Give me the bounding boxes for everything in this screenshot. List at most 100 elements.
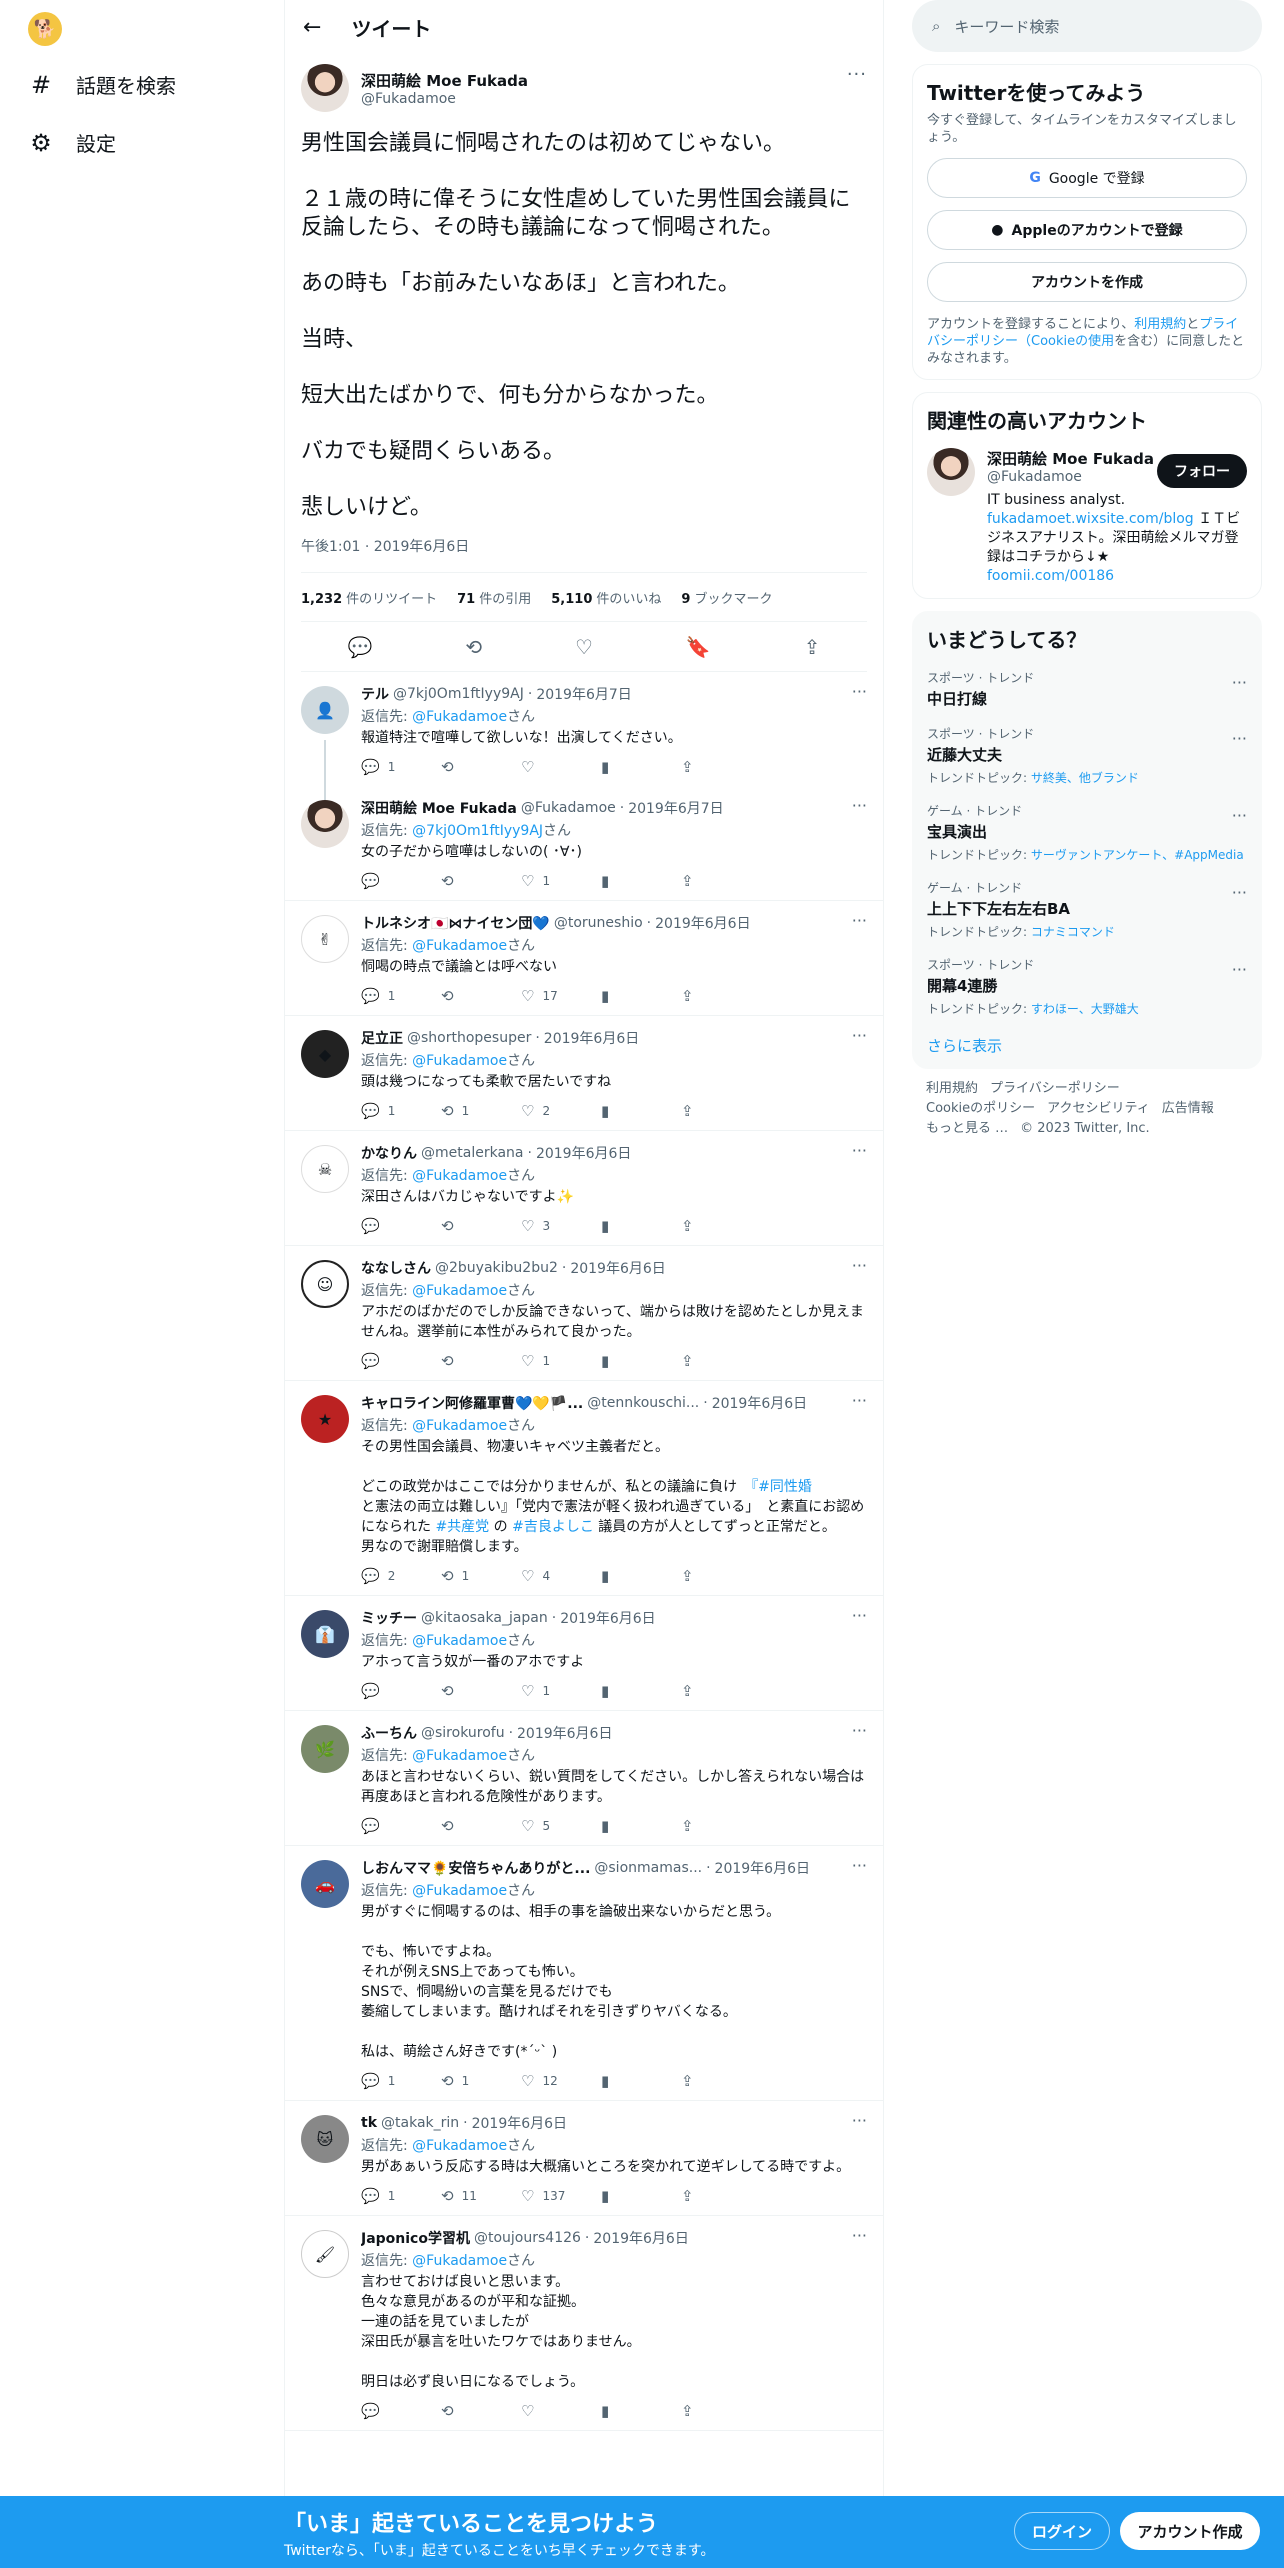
- footer-ads[interactable]: 広告情報: [1162, 1101, 1214, 1116]
- follow-button[interactable]: フォロー: [1157, 454, 1247, 488]
- views-button[interactable]: ▮: [601, 2072, 681, 2090]
- avatar[interactable]: [301, 64, 349, 112]
- replying-to-handle[interactable]: @Fukadamoe: [412, 1053, 507, 1069]
- retweet-button[interactable]: ⟲: [441, 758, 521, 776]
- share-button[interactable]: ⇪: [681, 758, 761, 776]
- footer-cookie[interactable]: Cookieのポリシー: [926, 1101, 1035, 1116]
- reply-date[interactable]: 2019年6月6日: [655, 913, 750, 933]
- related-account[interactable]: 深田萌絵 Moe Fukada @Fukadamoe IT business a…: [927, 448, 1247, 586]
- views-button[interactable]: ▮: [601, 987, 681, 1005]
- reply-button[interactable]: 💬 2: [361, 1567, 441, 1585]
- reply-date[interactable]: 2019年6月6日: [536, 1143, 631, 1163]
- avatar[interactable]: 🐱: [301, 2115, 349, 2163]
- share-button[interactable]: ⇪: [681, 1217, 761, 1235]
- replying-to-handle[interactable]: @7kj0Om1ftIyy9AJ: [412, 823, 543, 839]
- reply-button[interactable]: 💬: [361, 1682, 441, 1700]
- create-account-button[interactable]: アカウントを作成: [927, 262, 1247, 302]
- login-button[interactable]: ログイン: [1014, 2512, 1110, 2550]
- views-button[interactable]: ▮: [601, 1102, 681, 1120]
- tweet-timestamp[interactable]: 午後1:01 · 2019年6月6日: [301, 536, 867, 556]
- replying-to-handle[interactable]: @Fukadamoe: [412, 1283, 507, 1299]
- hashtag-link[interactable]: 『#同性婚: [751, 1479, 812, 1495]
- views-button[interactable]: ▮: [601, 1682, 681, 1700]
- share-button[interactable]: ⇪: [681, 1352, 761, 1370]
- search-box[interactable]: ⌕ キーワード検索: [912, 0, 1262, 52]
- like-icon[interactable]: ♡: [575, 635, 593, 659]
- like-button[interactable]: ♡ 12: [521, 2072, 601, 2090]
- avatar[interactable]: ☺: [301, 1260, 349, 1308]
- search-input[interactable]: キーワード検索: [954, 16, 1059, 37]
- reply-author-name[interactable]: ふーちん: [361, 1723, 417, 1743]
- share-button[interactable]: ⇪: [681, 1102, 761, 1120]
- footer-accessibility[interactable]: アクセシビリティ: [1047, 1101, 1150, 1116]
- retweet-button[interactable]: ⟲: [441, 2402, 521, 2420]
- footer-privacy[interactable]: プライバシーポリシー: [990, 1081, 1120, 1096]
- reply-author-handle[interactable]: @kitaosaka_japan: [421, 1610, 548, 1626]
- share-button[interactable]: ⇪: [681, 1817, 761, 1835]
- more-options-icon[interactable]: ···: [847, 64, 867, 85]
- reply-date[interactable]: 2019年6月6日: [544, 1028, 639, 1048]
- views-button[interactable]: ▮: [601, 2402, 681, 2420]
- reply-tweet[interactable]: 🌿 ふーちん @sirokurofu · 2019年6月6日 ··· 返信先: …: [285, 1711, 883, 1846]
- replying-to-handle[interactable]: @Fukadamoe: [412, 2138, 507, 2154]
- reply-date[interactable]: 2019年6月6日: [715, 1858, 810, 1878]
- retweet-button[interactable]: ⟲: [441, 1217, 521, 1235]
- more-options-icon[interactable]: ···: [852, 1721, 867, 1740]
- bio-link-foomii[interactable]: foomii.com/00186: [987, 568, 1114, 584]
- avatar[interactable]: 🌿: [301, 1725, 349, 1773]
- more-options-icon[interactable]: ···: [852, 1391, 867, 1410]
- like-button[interactable]: ♡ 5: [521, 1817, 601, 1835]
- like-button[interactable]: ♡ 3: [521, 1217, 601, 1235]
- quote-count-link[interactable]: 71 件の引用: [457, 588, 531, 607]
- reply-author-name[interactable]: トルネシオ🇯🇵⋈ナイセン団💙: [361, 913, 550, 933]
- replying-to-handle[interactable]: @Fukadamoe: [412, 1883, 507, 1899]
- retweet-count-link[interactable]: 1,232 件のリツイート: [301, 588, 437, 607]
- retweet-icon[interactable]: ⟲: [465, 635, 482, 659]
- author-name[interactable]: 深田萌絵 Moe Fukada: [361, 70, 528, 91]
- signup-button[interactable]: アカウント作成: [1120, 2512, 1260, 2550]
- reply-author-handle[interactable]: @toruneshio: [554, 915, 643, 931]
- reply-icon[interactable]: 💬: [347, 635, 372, 659]
- views-button[interactable]: ▮: [601, 1567, 681, 1585]
- avatar[interactable]: ✌: [301, 915, 349, 963]
- reply-button[interactable]: 💬: [361, 872, 441, 890]
- doge-logo-icon[interactable]: 🐕: [28, 12, 62, 46]
- reply-tweet[interactable]: ★ キャロライン阿修羅軍曹💙💛🏴... @tennkouschi... · 20…: [285, 1381, 883, 1596]
- more-options-icon[interactable]: ···: [852, 911, 867, 930]
- bio-link-blog[interactable]: fukadamoet.wixsite.com/blog: [987, 511, 1194, 527]
- reply-author-name[interactable]: キャロライン阿修羅軍曹💙💛🏴...: [361, 1393, 583, 1413]
- like-button[interactable]: ♡ 17: [521, 987, 601, 1005]
- like-button[interactable]: ♡: [521, 758, 601, 776]
- reply-author-handle[interactable]: @metalerkana: [421, 1145, 523, 1161]
- more-options-icon[interactable]: ···: [1232, 673, 1247, 692]
- reply-tweet[interactable]: 深田萌絵 Moe Fukada @Fukadamoe · 2019年6月7日 ·…: [285, 786, 883, 901]
- trend-item[interactable]: ゲーム · トレンド 上上下下左右左右BA トレンドトピック: コナミコマンド …: [927, 879, 1247, 940]
- more-options-icon[interactable]: ···: [852, 1256, 867, 1275]
- nav-settings[interactable]: ⚙ 設定: [28, 128, 116, 157]
- reply-author-handle[interactable]: @Fukadamoe: [521, 800, 616, 816]
- more-options-icon[interactable]: ···: [1232, 729, 1247, 748]
- more-options-icon[interactable]: ···: [852, 682, 867, 701]
- share-button[interactable]: ⇪: [681, 2402, 761, 2420]
- share-button[interactable]: ⇪: [681, 2072, 761, 2090]
- reply-button[interactable]: 💬 1: [361, 2072, 441, 2090]
- like-button[interactable]: ♡ 4: [521, 1567, 601, 1585]
- more-options-icon[interactable]: ···: [852, 1141, 867, 1160]
- reply-author-name[interactable]: テル: [361, 684, 389, 704]
- trend-topic-link[interactable]: サ終美、他ブランド: [1031, 771, 1139, 785]
- reply-author-handle[interactable]: @toujours4126: [474, 2230, 581, 2246]
- google-signup-button[interactable]: G Google で登録: [927, 158, 1247, 198]
- hashtag-link[interactable]: #吉良よしこ: [512, 1519, 594, 1535]
- terms-link[interactable]: 利用規約: [1134, 317, 1186, 332]
- more-options-icon[interactable]: ···: [852, 1026, 867, 1045]
- retweet-button[interactable]: ⟲ 1: [441, 1102, 521, 1120]
- nav-explore[interactable]: # 話題を検索: [28, 70, 176, 99]
- retweet-button[interactable]: ⟲: [441, 1817, 521, 1835]
- replying-to-handle[interactable]: @Fukadamoe: [412, 2253, 507, 2269]
- reply-date[interactable]: 2019年6月6日: [472, 2113, 567, 2133]
- like-count-link[interactable]: 5,110 件のいいね: [551, 588, 661, 607]
- reply-tweet[interactable]: 👔 ミッチー @kitaosaka_japan · 2019年6月6日 ··· …: [285, 1596, 883, 1711]
- bookmark-count-link[interactable]: 9 ブックマーク: [681, 588, 772, 607]
- avatar[interactable]: ★: [301, 1395, 349, 1443]
- avatar[interactable]: 👤: [301, 686, 349, 734]
